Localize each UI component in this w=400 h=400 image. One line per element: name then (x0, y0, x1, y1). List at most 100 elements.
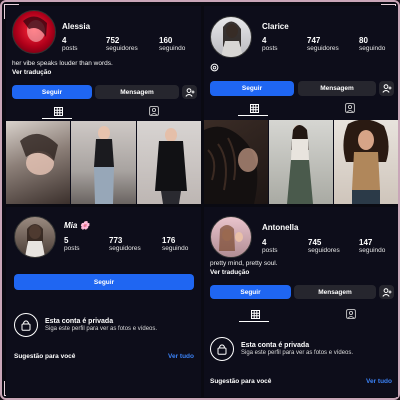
active-tab-indicator (239, 321, 269, 322)
stat-label: posts (64, 245, 80, 252)
post-photo (20, 133, 58, 175)
tab-tagged[interactable] (343, 102, 357, 114)
post-photo (204, 126, 258, 204)
grid-icon (53, 106, 63, 116)
add-person-button[interactable] (379, 285, 394, 299)
tagged-icon (345, 103, 355, 113)
stat-label: seguidores (307, 45, 339, 52)
stat-label: seguindo (359, 247, 386, 254)
avatar[interactable] (14, 216, 56, 258)
stat-label: seguidores (308, 247, 340, 254)
stat-value: 147 (359, 238, 373, 247)
avatar[interactable] (210, 16, 252, 58)
profile-username: Mia 🌸 (64, 221, 90, 230)
profile-panel-antonella: Antonella 4 posts 745 seguidores 147 seg… (204, 207, 398, 397)
stat-label: seguindo (159, 45, 186, 52)
avatar-photo (23, 16, 47, 42)
add-person-icon (381, 84, 391, 93)
avatar[interactable] (12, 10, 56, 54)
stat-label: posts (262, 45, 278, 52)
profile-panel-clarice: Clarice 4 posts 747 seguidores 80 seguin… (204, 6, 398, 204)
stat-posts[interactable]: 5 posts (64, 236, 80, 253)
follow-button[interactable]: Seguir (210, 285, 291, 299)
profile-tabs (204, 308, 398, 322)
post-thumbnail[interactable] (6, 121, 70, 204)
post-thumbnail[interactable] (204, 120, 268, 204)
see-all-link[interactable]: Ver tudo (168, 353, 194, 360)
stat-followers[interactable]: 747 seguidores (307, 36, 339, 53)
add-person-icon (184, 87, 194, 97)
private-title: Esta conta é privada (241, 342, 310, 349)
avatar[interactable] (210, 216, 252, 258)
stat-following[interactable]: 80 seguindo (359, 36, 385, 53)
lock-icon (21, 320, 31, 331)
stat-value: 4 (62, 36, 67, 45)
threads-icon-wrap[interactable] (210, 59, 219, 77)
follow-button[interactable]: Seguir (210, 81, 294, 96)
stat-value: 4 (262, 36, 267, 45)
tagged-icon (149, 106, 159, 116)
stat-following[interactable]: 160 seguindo (159, 36, 185, 53)
stat-followers[interactable]: 745 seguidores (308, 238, 340, 255)
stat-following[interactable]: 147 seguindo (359, 238, 385, 255)
stat-label: seguindo (162, 245, 189, 252)
post-photo (287, 125, 313, 204)
stat-value: 176 (162, 236, 176, 245)
stat-label: seguindo (359, 45, 386, 52)
post-thumbnail[interactable] (71, 121, 136, 204)
follow-button[interactable]: Seguir (14, 274, 194, 290)
stat-posts[interactable]: 4 posts (262, 238, 278, 255)
follow-button[interactable]: Seguir (12, 85, 92, 99)
stat-posts[interactable]: 4 posts (62, 36, 78, 53)
post-thumbnail[interactable] (334, 120, 398, 204)
translate-link[interactable]: Ver tradução (12, 69, 51, 76)
private-account-notice: Esta conta é privada Siga este perfil pa… (210, 337, 353, 361)
tab-tagged[interactable] (344, 308, 358, 320)
message-button[interactable]: Mensagem (95, 85, 179, 99)
post-thumbnail[interactable] (137, 121, 201, 204)
private-subtitle: Siga este perfil para ver as fotos e víd… (45, 326, 158, 332)
stat-following[interactable]: 176 seguindo (162, 236, 188, 253)
avatar-photo (219, 225, 243, 251)
post-thumbnail[interactable] (269, 120, 333, 204)
active-tab-indicator (42, 118, 72, 119)
tab-posts[interactable] (247, 102, 261, 114)
photo-grid (204, 120, 398, 204)
stat-followers[interactable]: 752 seguidores (106, 36, 138, 53)
message-button[interactable]: Mensagem (294, 285, 376, 299)
suggestions-label: Sugestão para você (210, 378, 272, 385)
stat-value: 752 (106, 36, 120, 45)
stat-posts[interactable]: 4 posts (262, 36, 278, 53)
post-photo (155, 128, 187, 204)
add-person-icon (381, 287, 391, 297)
active-tab-indicator (238, 115, 268, 116)
profile-bio: her vibe speaks louder than words. (12, 60, 113, 67)
tab-posts[interactable] (51, 105, 65, 117)
collage-frame: Alessia 4 posts 752 seguidores 160 segui… (0, 0, 400, 400)
avatar-photo (221, 21, 243, 57)
tab-posts[interactable] (248, 308, 262, 320)
add-person-button[interactable] (379, 81, 394, 96)
stat-value: 4 (262, 238, 267, 247)
see-all-link[interactable]: Ver tudo (366, 378, 392, 385)
profile-username: Antonella (262, 223, 299, 232)
message-button[interactable]: Mensagem (298, 81, 376, 96)
profile-tabs (6, 105, 201, 119)
stat-followers[interactable]: 773 seguidores (109, 236, 141, 253)
stat-label: posts (262, 247, 278, 254)
stat-value: 745 (308, 238, 322, 247)
suggestions-label: Sugestão para você (14, 353, 76, 360)
private-account-notice: Esta conta é privada Siga este perfil pa… (14, 313, 157, 337)
translate-link[interactable]: Ver tradução (210, 269, 249, 276)
avatar-photo (25, 224, 45, 257)
add-person-button[interactable] (182, 85, 197, 99)
profile-panel-alessia: Alessia 4 posts 752 seguidores 160 segui… (6, 6, 201, 204)
lock-icon-circle (210, 337, 234, 361)
stat-label: seguidores (109, 245, 141, 252)
stat-label: seguidores (106, 45, 138, 52)
private-subtitle: Siga este perfil para ver as fotos e víd… (241, 350, 354, 356)
stat-value: 80 (359, 36, 368, 45)
profile-username: Alessia (62, 22, 91, 31)
post-photo (343, 120, 389, 204)
tab-tagged[interactable] (147, 105, 161, 117)
